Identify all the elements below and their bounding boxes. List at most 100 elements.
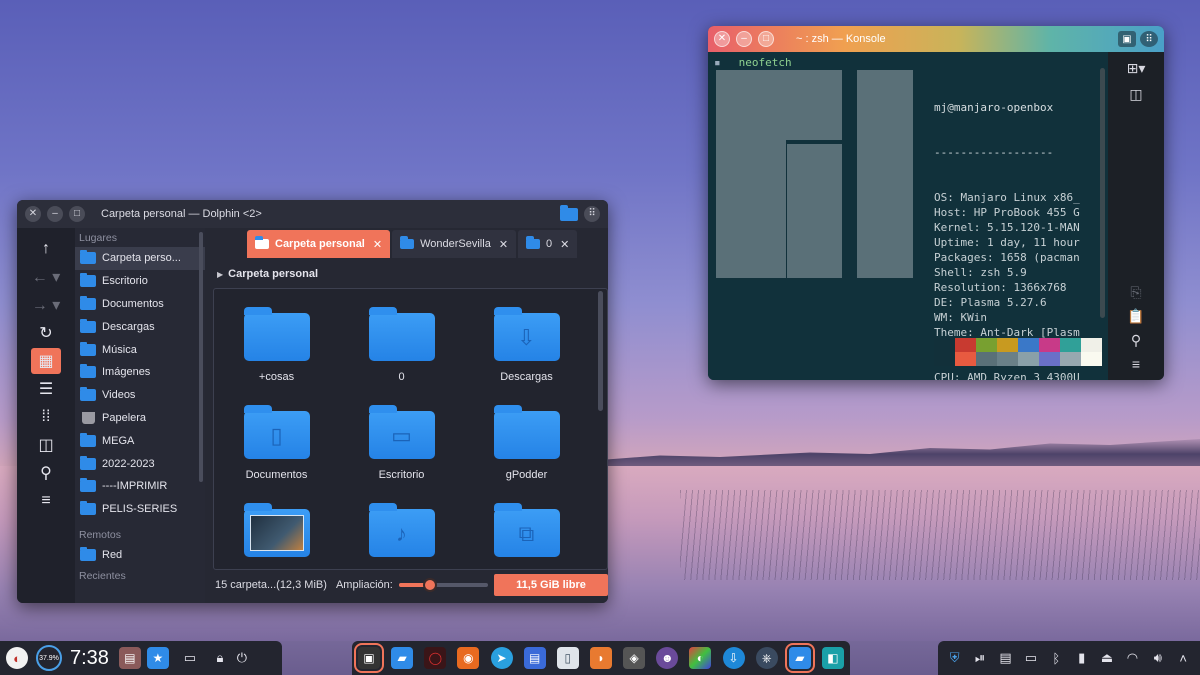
clipboard-icon[interactable]: ▤ xyxy=(994,647,1016,669)
tab-wondersevilla[interactable]: WonderSevilla ✕ xyxy=(392,230,517,258)
place-item[interactable]: ----IMPRIMIR xyxy=(75,475,205,498)
dolphin-task-icon[interactable]: ▰ xyxy=(391,647,414,669)
file-item[interactable]: ♪ xyxy=(339,503,464,569)
place-item[interactable]: Papelera xyxy=(75,407,205,430)
file-item[interactable]: ⇩ Descargas xyxy=(464,307,589,393)
virtual-desktops-icon[interactable]: ▤ xyxy=(118,647,141,669)
mascot-app-icon[interactable]: ☻ xyxy=(656,647,679,669)
chevron-up-icon[interactable]: ˄ xyxy=(1172,647,1194,669)
wifi-icon[interactable]: ◠ xyxy=(1121,647,1143,669)
minimize-button[interactable]: – xyxy=(47,206,63,222)
place-item[interactable]: Videos xyxy=(75,384,205,407)
split-view-icon[interactable]: ◫ xyxy=(31,432,61,458)
color-app-icon[interactable]: ◐ xyxy=(689,647,712,669)
zoom-slider[interactable] xyxy=(398,578,489,592)
tab-0[interactable]: 0 ✕ xyxy=(518,230,578,258)
back-arrow-icon[interactable]: ← ▾ xyxy=(31,264,61,290)
neofetch-info: mj@manjaro-openbox ------------------ OS… xyxy=(934,70,1094,380)
show-desktop-icon[interactable]: ▭ xyxy=(179,647,201,669)
file-item[interactable]: +cosas xyxy=(214,307,339,393)
details-view-icon[interactable]: ☰ xyxy=(31,376,61,402)
close-tab-icon[interactable]: ✕ xyxy=(373,238,382,251)
shield-icon[interactable]: ⛨ xyxy=(944,647,966,669)
place-item[interactable]: Escritorio xyxy=(75,270,205,293)
konsole-titlebar[interactable]: ✕ – □ ~ : zsh — Konsole ▣ ⠿ xyxy=(708,26,1164,52)
battery-icon[interactable]: ▮ xyxy=(1071,647,1093,669)
close-tab-icon[interactable]: ✕ xyxy=(499,238,508,251)
icon-view[interactable]: +cosas 0 ⇩ Descargas ▯ Documentos ▭ Escritorio g… xyxy=(213,288,608,570)
new-tab-icon[interactable]: ⊞▾ xyxy=(1125,58,1147,78)
copy-icon[interactable]: ⎘ xyxy=(1125,282,1147,302)
file-item[interactable]: ▭ Escritorio xyxy=(339,405,464,491)
power-icon[interactable]: ⏻ xyxy=(231,647,253,669)
app-menu-icon[interactable]: ⠿ xyxy=(1140,31,1158,47)
palette-swatch xyxy=(976,338,997,352)
search-icon[interactable]: ⚲ xyxy=(1125,330,1147,350)
hamburger-menu-icon[interactable]: ≡ xyxy=(31,488,61,514)
place-item[interactable]: Carpeta perso... xyxy=(75,247,205,270)
clock[interactable]: 7:38 xyxy=(70,647,109,670)
app-menu-icon[interactable]: ⠿ xyxy=(584,206,600,222)
download-manager-icon[interactable]: ⇩ xyxy=(722,647,745,669)
app-launcher-icon[interactable]: ◐ xyxy=(6,647,28,669)
remote-desktop-icon[interactable]: ◧ xyxy=(821,647,844,669)
dolphin-window-task-icon[interactable]: ▰ xyxy=(784,643,815,673)
minimize-button[interactable]: – xyxy=(736,31,752,47)
place-item[interactable]: Descargas xyxy=(75,315,205,338)
file-item[interactable]: gPodder xyxy=(464,405,589,491)
file-item[interactable]: ▯ Documentos xyxy=(214,405,339,491)
zoom-slider-handle[interactable] xyxy=(423,578,438,592)
paste-icon[interactable]: 📋 xyxy=(1125,306,1147,326)
terminal-area[interactable]: ▪ neofetch mj@manjaro-openbox -----------… xyxy=(708,52,1108,380)
search-icon[interactable]: ⚲ xyxy=(31,460,61,486)
place-item[interactable]: PELIS-SERIES xyxy=(75,498,205,521)
close-tab-icon[interactable]: ✕ xyxy=(560,238,569,251)
manjaro-logo-block-mid xyxy=(787,144,842,278)
file-item[interactable]: 0 xyxy=(339,307,464,393)
folder-icon xyxy=(80,318,96,333)
tab-carpeta-personal[interactable]: Carpeta personal ✕ xyxy=(247,230,391,258)
favorites-folder-icon[interactable]: ★ xyxy=(146,647,169,669)
volume-icon[interactable]: 🔊︎ xyxy=(1147,647,1169,669)
maximize-button[interactable]: □ xyxy=(69,206,85,222)
place-item-red[interactable]: Red xyxy=(75,544,205,567)
icons-view-icon[interactable]: ▦ xyxy=(31,348,61,374)
bluetooth-icon[interactable]: ᛒ xyxy=(1045,647,1067,669)
places-scrollbar[interactable] xyxy=(199,232,203,482)
place-item[interactable]: Documentos xyxy=(75,293,205,316)
place-item[interactable]: Música xyxy=(75,338,205,361)
breadcrumb[interactable]: ▶ Carpeta personal xyxy=(217,268,318,280)
steering-wheel-icon[interactable]: ⎈ xyxy=(755,647,778,669)
place-item[interactable]: 2022-2023 xyxy=(75,452,205,475)
place-item[interactable]: MEGA xyxy=(75,429,205,452)
up-arrow-icon[interactable]: ↑ xyxy=(31,236,61,262)
monitor-icon[interactable]: ▭ xyxy=(1020,647,1042,669)
compact-view-icon[interactable]: ⁞⁞ xyxy=(31,404,61,430)
telegram-icon[interactable]: ➤ xyxy=(490,647,513,669)
usb-device-icon[interactable]: ⏏ xyxy=(1096,647,1118,669)
split-view-icon[interactable]: ◫ xyxy=(1125,84,1147,104)
konsole-task-icon[interactable]: ▣ xyxy=(354,643,384,673)
place-item[interactable]: Imágenes xyxy=(75,361,205,384)
close-button[interactable]: ✕ xyxy=(714,31,730,47)
lock-icon[interactable]: 🔒︎ xyxy=(209,647,231,669)
maximize-button[interactable]: □ xyxy=(758,31,774,47)
dolphin-titlebar[interactable]: ✕ – □ Carpeta personal — Dolphin <2> ⠿ xyxy=(17,200,608,228)
media-player-icon[interactable]: ⏯ xyxy=(969,647,991,669)
forward-arrow-icon[interactable]: → ▾ xyxy=(31,292,61,318)
firefox-icon[interactable]: ◉ xyxy=(457,647,480,669)
gaming-icon[interactable]: ◈ xyxy=(623,647,646,669)
file-item[interactable]: ⧉ xyxy=(464,503,589,569)
battery-indicator[interactable]: 37.9% xyxy=(36,645,62,671)
opera-icon[interactable]: ◯ xyxy=(424,647,447,669)
terminal-scrollbar[interactable] xyxy=(1100,68,1105,318)
text-editor-icon[interactable]: ▯ xyxy=(556,647,579,669)
icon-view-scrollbar[interactable] xyxy=(598,291,603,411)
hamburger-menu-icon[interactable]: ≡ xyxy=(1125,354,1147,374)
package-manager-icon[interactable]: ◗ xyxy=(589,647,612,669)
reload-icon[interactable]: ↻ xyxy=(31,320,61,346)
close-button[interactable]: ✕ xyxy=(25,206,41,222)
file-item[interactable] xyxy=(214,503,339,569)
free-space-button[interactable]: 11,5 GiB libre xyxy=(494,574,608,596)
libreoffice-writer-icon[interactable]: ▤ xyxy=(523,647,546,669)
